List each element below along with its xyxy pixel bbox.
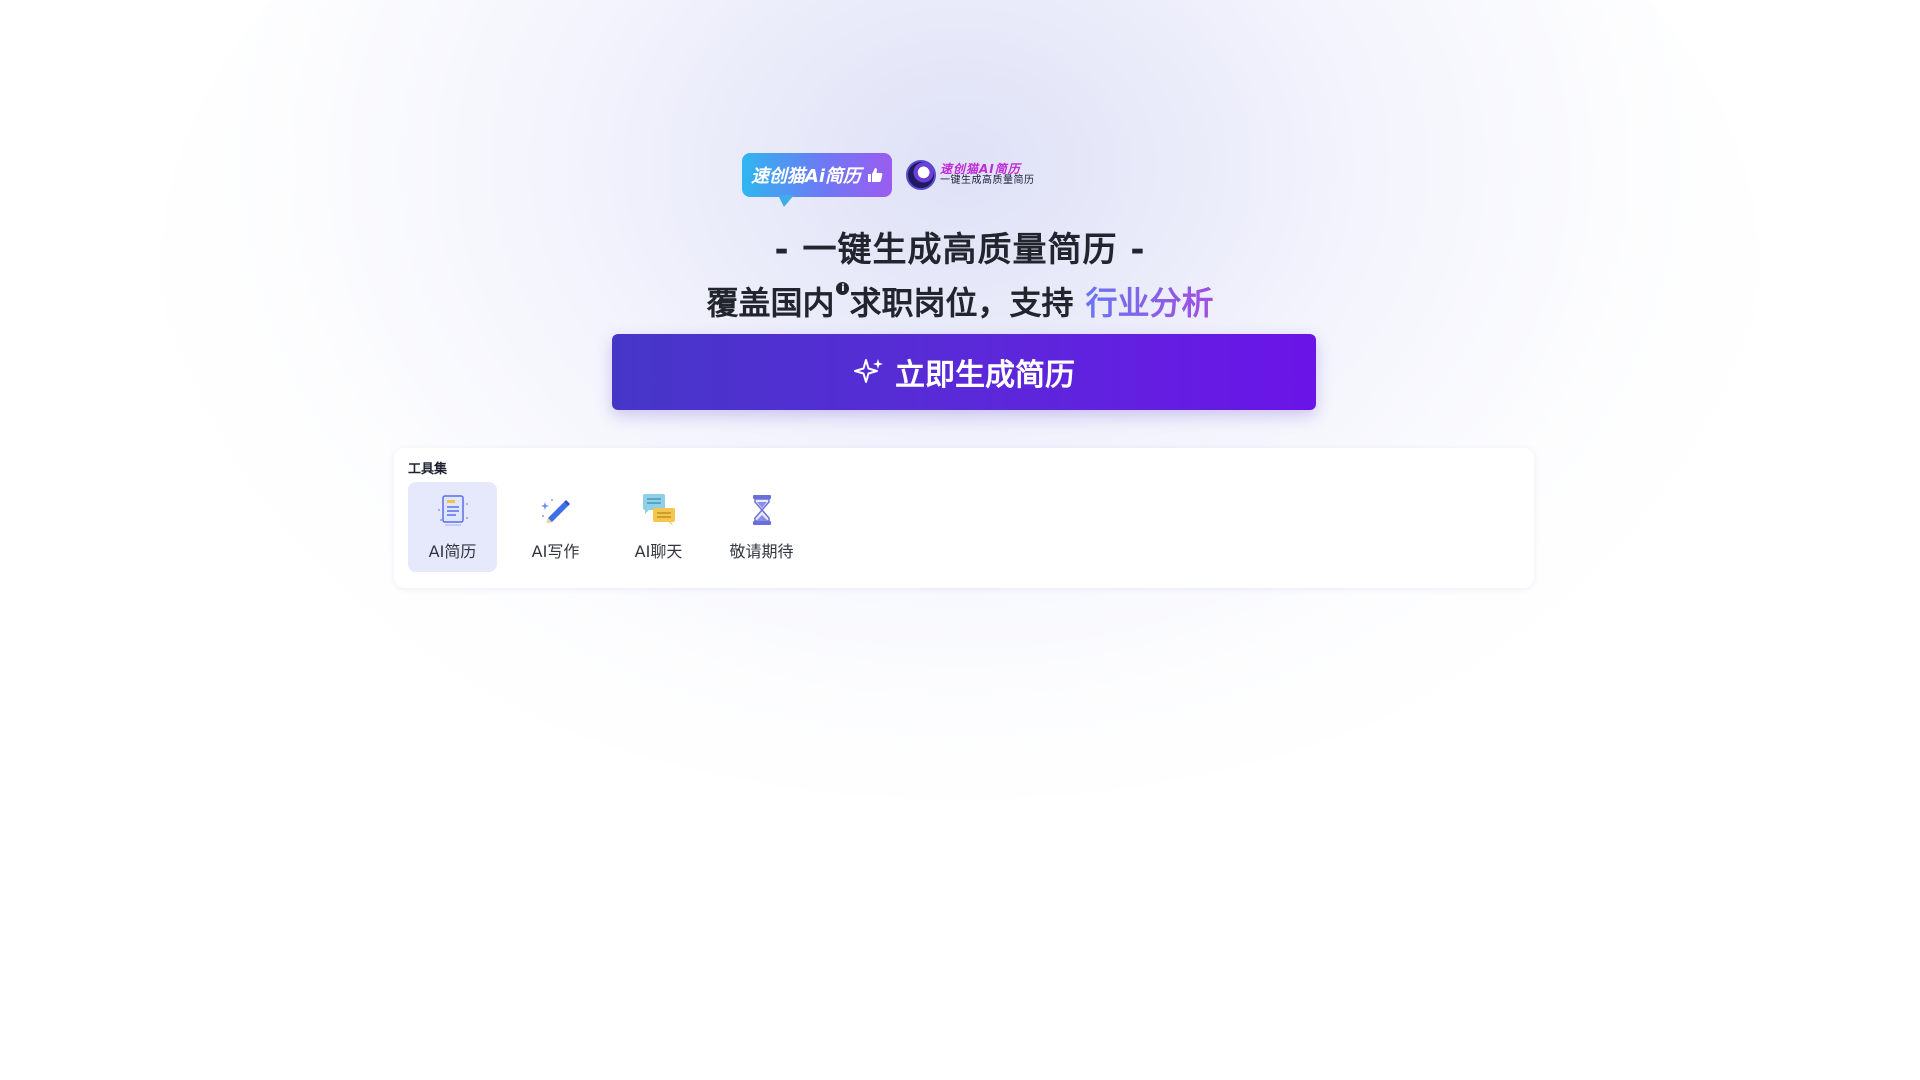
resume-icon (437, 495, 468, 526)
thumbs-up-icon (868, 168, 883, 182)
hourglass-icon (752, 495, 771, 525)
tool-ai-writing[interactable]: AI写作 (511, 482, 600, 572)
toolbox-panel: 工具集 AI简历 AI写作 AI聊天 敬请期待 (394, 448, 1534, 588)
chat-icon (642, 494, 675, 526)
tool-label: AI聊天 (634, 542, 683, 561)
subline-prefix: 覆盖国内 (706, 284, 835, 322)
logo-mark-icon (906, 160, 936, 190)
page-subheadline: 覆盖国内 i 求职岗位，支持 行业分析 (0, 278, 1920, 324)
generate-resume-button[interactable]: 立即生成简历 (612, 334, 1316, 410)
tool-ai-resume[interactable]: AI简历 (408, 482, 497, 572)
tool-list: AI简历 AI写作 AI聊天 敬请期待 (408, 482, 806, 572)
tool-label: AI简历 (428, 542, 477, 561)
tool-label: AI写作 (531, 542, 580, 561)
tool-label: 敬请期待 (729, 542, 794, 561)
brand-bubble-text: 速创猫Ai简历 (750, 166, 862, 187)
pencil-icon (540, 499, 570, 523)
info-icon: i (836, 282, 850, 295)
sparkle-icon (854, 359, 883, 383)
brand-bubble: 速创猫Ai简历 (742, 153, 892, 207)
subline-mid: 求职岗位，支持 (849, 284, 1074, 322)
subline-highlight: 行业分析 (1085, 284, 1214, 322)
toolbox-title: 工具集 (408, 462, 448, 477)
tool-ai-chat[interactable]: AI聊天 (614, 482, 703, 572)
logo-subtitle: 一键生成高质量简历 (940, 175, 1035, 187)
tool-coming-soon[interactable]: 敬请期待 (717, 482, 806, 572)
page-headline: - 一键生成高质量简历 - (774, 230, 1146, 270)
brand-logo: 速创猫AI简历 一键生成高质量简历 (906, 160, 1035, 190)
generate-resume-label: 立即生成简历 (895, 358, 1075, 393)
brand-row: 速创猫Ai简历 速创猫AI简历 一键生成高质量简历 (742, 152, 1035, 207)
